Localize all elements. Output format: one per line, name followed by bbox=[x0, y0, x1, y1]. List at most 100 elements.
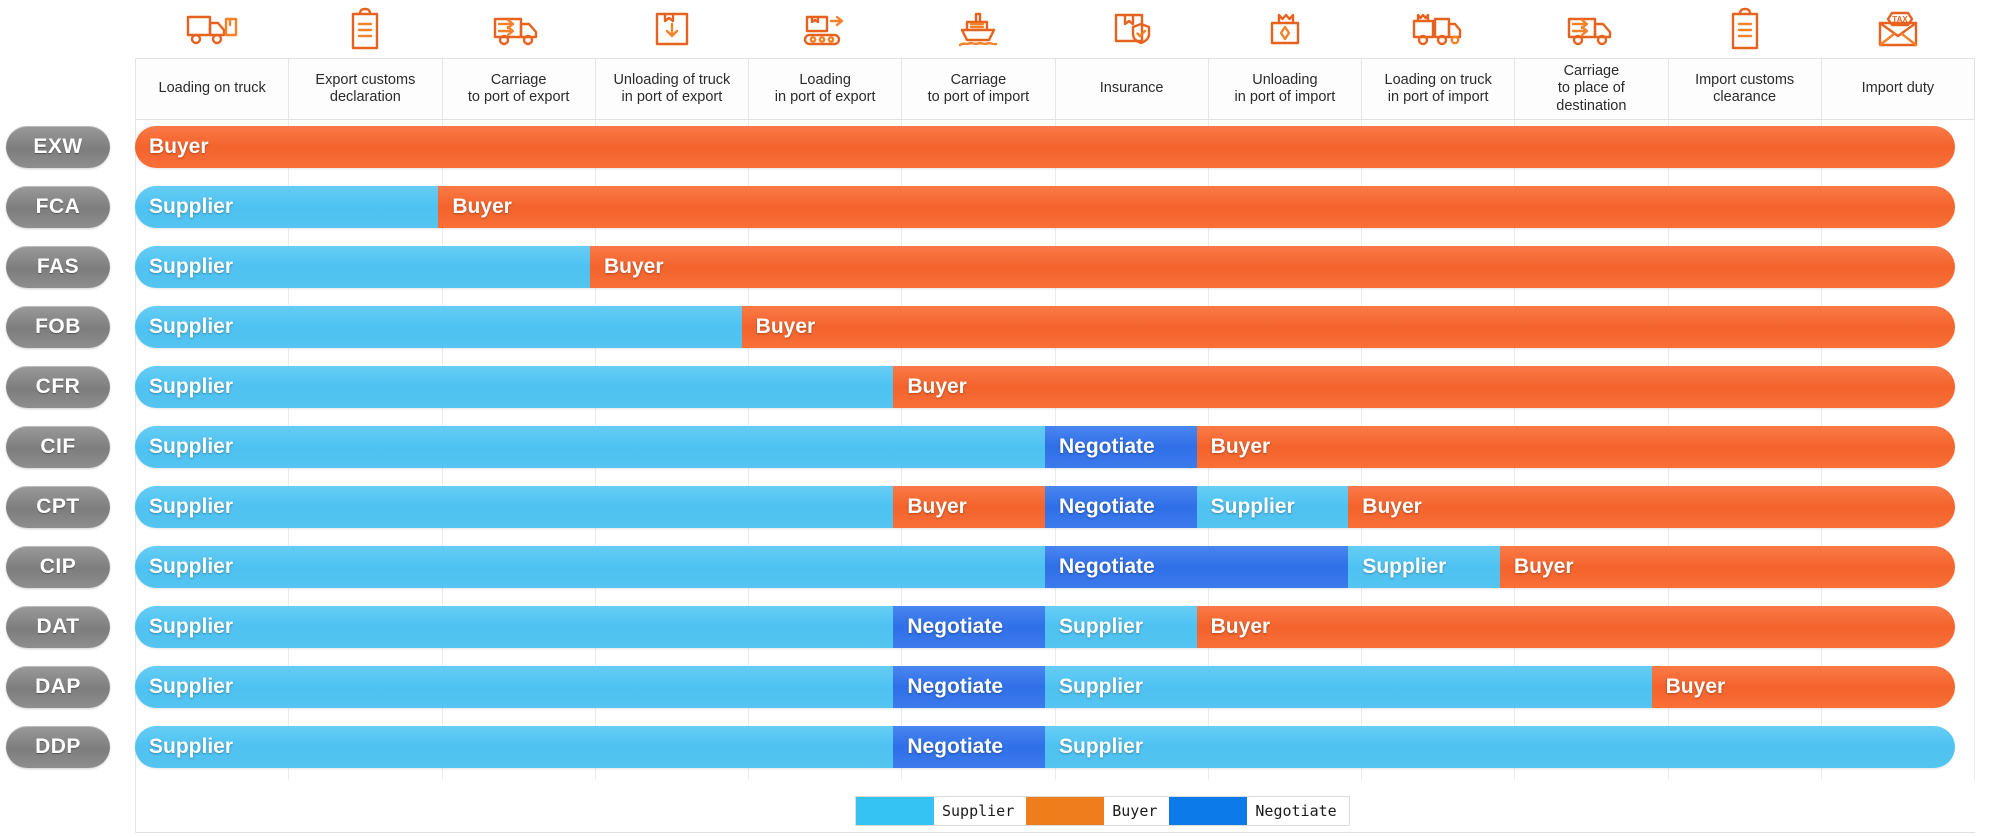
column-header-label: Import customs clearance bbox=[1695, 71, 1795, 105]
box-down-arrow-icon bbox=[595, 0, 748, 58]
bar-segment-supplier[interactable]: Supplier bbox=[135, 426, 1045, 468]
bar-segment-label: Negotiate bbox=[907, 735, 1004, 758]
bar-segment-buyer[interactable]: Buyer bbox=[1348, 486, 1955, 528]
bar-segment-label: Supplier bbox=[149, 735, 234, 758]
bar-segment-label: Supplier bbox=[149, 495, 234, 518]
responsibility-bar: Supplier Negotiate Supplier Buyer bbox=[135, 606, 1955, 648]
bar-segment-label: Supplier bbox=[149, 435, 234, 458]
column-icon-strip: TAX bbox=[135, 0, 1975, 58]
incoterm-row: CIF Supplier Negotiate Buyer bbox=[0, 426, 2000, 474]
column-header-label: Loading on truck in port of import bbox=[1384, 71, 1492, 105]
bar-segment-label: Buyer bbox=[1665, 675, 1726, 698]
bar-segment-supplier[interactable]: Supplier bbox=[135, 186, 439, 228]
bar-segment-supplier[interactable]: Supplier bbox=[135, 546, 1045, 588]
bar-segment-buyer[interactable]: Buyer bbox=[135, 126, 1955, 168]
truck-box-loading-icon bbox=[1362, 0, 1515, 58]
bar-segment-supplier[interactable]: Supplier bbox=[1044, 726, 1955, 768]
bar-segment-buyer[interactable]: Buyer bbox=[1499, 546, 1955, 588]
truck-delivery-icon bbox=[1515, 0, 1668, 58]
column-header-label: Unloading in port of import bbox=[1234, 71, 1336, 105]
bar-segment-supplier[interactable]: Supplier bbox=[135, 246, 590, 288]
incoterm-badge-fas[interactable]: FAS bbox=[6, 246, 110, 288]
box-shield-icon bbox=[1055, 0, 1208, 58]
incoterm-badge-fob[interactable]: FOB bbox=[6, 306, 110, 348]
bar-segment-label: Buyer bbox=[1362, 495, 1422, 518]
incoterm-code: CIP bbox=[39, 555, 77, 578]
bar-segment-buyer[interactable]: Buyer bbox=[1196, 606, 1955, 648]
bar-segment-label: Supplier bbox=[149, 255, 234, 278]
bar-segment-supplier[interactable]: Supplier bbox=[1348, 546, 1500, 588]
bar-segment-supplier[interactable]: Supplier bbox=[1196, 486, 1349, 528]
bar-segment-buyer[interactable]: Buyer bbox=[1651, 666, 1955, 708]
bar-segment-supplier[interactable]: Supplier bbox=[135, 366, 894, 408]
incoterm-badge-cif[interactable]: CIF bbox=[6, 426, 110, 468]
column-header-label: Export customs declaration bbox=[315, 71, 416, 105]
bar-segment-buyer[interactable]: Buyer bbox=[1196, 426, 1955, 468]
bar-segment-buyer[interactable]: Buyer bbox=[893, 366, 1955, 408]
incoterm-row: CFR Supplier Buyer bbox=[0, 366, 2000, 414]
incoterm-badge-cfr[interactable]: CFR bbox=[6, 366, 110, 408]
bar-segment-negotiate[interactable]: Negotiate bbox=[893, 666, 1045, 708]
incoterm-badge-fca[interactable]: FCA bbox=[6, 186, 110, 228]
legend-swatch-buyer bbox=[1026, 797, 1105, 825]
column-header-0: Loading on truck bbox=[136, 59, 290, 119]
bar-segment-buyer[interactable]: Buyer bbox=[590, 246, 1955, 288]
incoterm-code: FOB bbox=[35, 315, 81, 338]
bar-segment-supplier[interactable]: Supplier bbox=[135, 486, 894, 528]
bar-segment-negotiate[interactable]: Negotiate bbox=[1044, 486, 1197, 528]
bar-segment-supplier[interactable]: Supplier bbox=[135, 666, 894, 708]
legend-label-supplier: Supplier bbox=[942, 802, 1015, 820]
responsibility-bar: Supplier Buyer Negotiate Supplier Buyer bbox=[135, 486, 1955, 528]
column-header-label: Carriage to port of import bbox=[927, 71, 1030, 105]
incoterm-badge-dat[interactable]: DAT bbox=[6, 606, 110, 648]
incoterm-badge-exw[interactable]: EXW bbox=[6, 126, 110, 168]
incoterm-row: DDP Supplier Negotiate Supplier bbox=[0, 726, 2000, 774]
bar-segment-label: Supplier bbox=[149, 375, 234, 398]
responsibility-bar: Supplier Buyer bbox=[135, 246, 1955, 288]
chart-legend: Supplier Buyer Negotiate bbox=[855, 796, 1350, 826]
conveyor-belt-icon bbox=[748, 0, 901, 58]
column-header-8: Loading on truck in port of import bbox=[1362, 59, 1516, 119]
svg-text:TAX: TAX bbox=[1893, 15, 1909, 24]
responsibility-bar: Supplier Negotiate Buyer bbox=[135, 426, 1955, 468]
bar-segment-buyer[interactable]: Buyer bbox=[438, 186, 1955, 228]
bar-segment-negotiate[interactable]: Negotiate bbox=[893, 606, 1045, 648]
bar-segment-negotiate[interactable]: Negotiate bbox=[1045, 546, 1349, 588]
bar-segment-supplier[interactable]: Supplier bbox=[135, 726, 894, 768]
bar-segment-label: Supplier bbox=[1058, 735, 1143, 758]
legend-label-negotiate: Negotiate bbox=[1255, 802, 1337, 820]
incoterm-badge-cip[interactable]: CIP bbox=[6, 546, 110, 588]
bar-segment-buyer[interactable]: Buyer bbox=[741, 306, 1955, 348]
bar-segment-buyer[interactable]: Buyer bbox=[893, 486, 1045, 528]
bar-segment-supplier[interactable]: Supplier bbox=[1044, 666, 1652, 708]
bar-segment-label: Buyer bbox=[149, 135, 209, 158]
incoterm-badge-cpt[interactable]: CPT bbox=[6, 486, 110, 528]
incoterms-chart: TAX Loading on truck Export customs declar… bbox=[0, 0, 2000, 837]
column-header-4: Loading in port of export bbox=[749, 59, 903, 119]
incoterm-row: FAS Supplier Buyer bbox=[0, 246, 2000, 294]
bar-segment-label: Supplier bbox=[149, 615, 234, 638]
incoterm-badge-dap[interactable]: DAP bbox=[6, 666, 110, 708]
incoterm-code: FAS bbox=[36, 255, 80, 278]
responsibility-bar: Buyer bbox=[135, 126, 1955, 168]
bar-segment-negotiate[interactable]: Negotiate bbox=[893, 726, 1045, 768]
incoterm-code: CFR bbox=[35, 375, 81, 398]
bar-segment-label: Buyer bbox=[907, 375, 967, 398]
bar-segment-label: Supplier bbox=[149, 195, 234, 218]
bar-segment-supplier[interactable]: Supplier bbox=[135, 606, 894, 648]
incoterm-row: CIP Supplier Negotiate Supplier Buyer bbox=[0, 546, 2000, 594]
tax-envelope-icon: TAX bbox=[1822, 0, 1975, 58]
bar-segment-supplier[interactable]: Supplier bbox=[1044, 606, 1197, 648]
box-unload-icon bbox=[1208, 0, 1361, 58]
legend-label-buyer: Buyer bbox=[1112, 802, 1158, 820]
bar-segment-label: Buyer bbox=[755, 315, 816, 338]
column-header-label: Carriage to port of export bbox=[467, 71, 570, 105]
incoterm-badge-ddp[interactable]: DDP bbox=[6, 726, 110, 768]
bar-segment-negotiate[interactable]: Negotiate bbox=[1045, 426, 1197, 468]
bar-segment-label: Supplier bbox=[149, 675, 234, 698]
column-header-11: Import duty bbox=[1822, 59, 1974, 119]
bar-segment-label: Buyer bbox=[452, 195, 512, 218]
column-header-label: Carriage to place of destination bbox=[1556, 63, 1627, 114]
bar-segment-supplier[interactable]: Supplier bbox=[135, 306, 742, 348]
responsibility-bar: Supplier Negotiate Supplier bbox=[135, 726, 1955, 768]
